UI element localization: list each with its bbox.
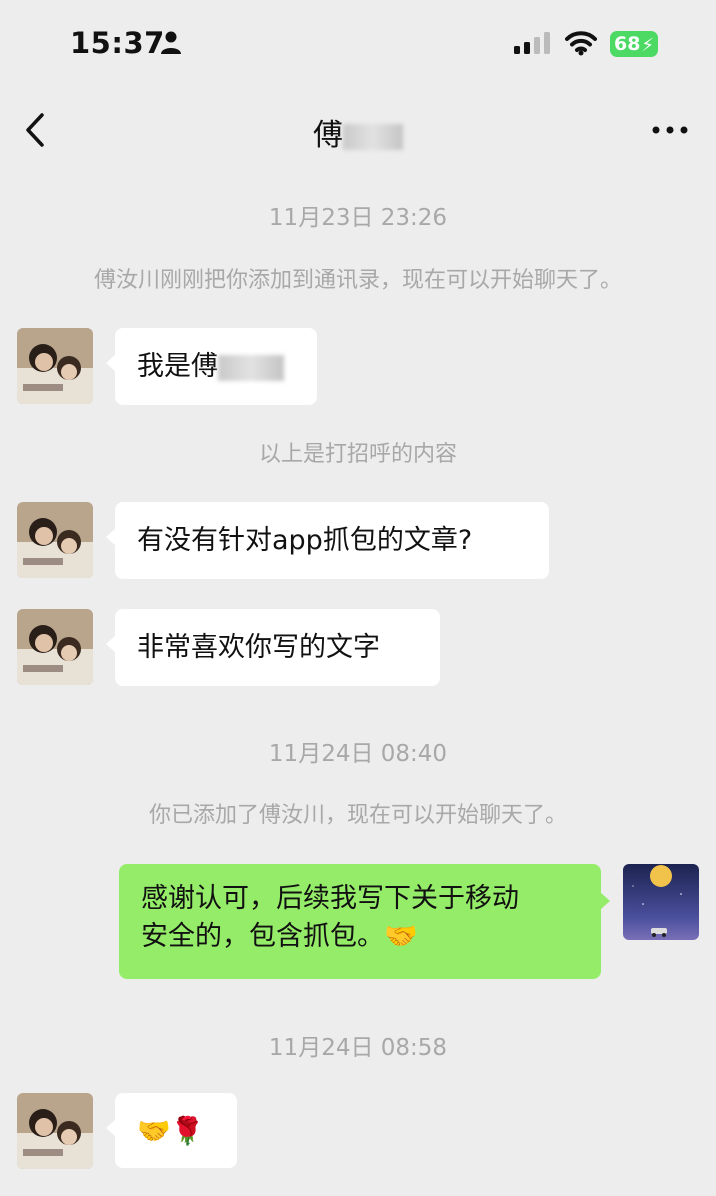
redacted-name-blur [343, 123, 403, 150]
chat-title: 傅 [0, 110, 716, 154]
more-options-icon[interactable] [650, 120, 690, 140]
chat-title-text: 傅 [313, 118, 343, 153]
message-emoji: 🤝🌹 [137, 1116, 205, 1147]
contact-avatar[interactable] [17, 328, 93, 404]
sent-message[interactable]: 感谢认可，后续我写下关于移动 安全的，包含抓包。🤝 [119, 864, 610, 979]
system-message: 以上是打招呼的内容 [258, 442, 457, 467]
contact-avatar[interactable] [17, 502, 93, 578]
system-message: 傅汝川刚刚把你添加到通讯录，现在可以开始聊天了。 [93, 268, 622, 293]
timestamp: 11月24日 08:58 [268, 1035, 448, 1061]
message-text: 非常喜欢你写的文字 [137, 632, 380, 663]
battery-indicator: 68 ⚡ [610, 31, 658, 57]
timestamp: 11月24日 08:40 [268, 741, 448, 767]
message-text: 有没有针对app抓包的文章? [137, 525, 473, 556]
message-text-line: 感谢认可，后续我写下关于移动 [141, 883, 519, 914]
received-message[interactable]: 非常喜欢你写的文字 [106, 609, 440, 686]
cellular-signal-icon [514, 32, 550, 54]
message-text-line: 安全的，包含抓包。🤝 [141, 921, 418, 952]
status-time: 15:37 [70, 26, 165, 60]
status-bar: 15:37 68 ⚡ [0, 0, 716, 90]
contact-avatar[interactable] [17, 609, 93, 685]
self-avatar[interactable] [623, 864, 699, 940]
received-message[interactable]: 我是傅 [106, 328, 317, 405]
contact-avatar[interactable] [17, 1093, 93, 1169]
system-message: 你已添加了傅汝川，现在可以开始聊天了。 [148, 803, 567, 828]
chat-header: 傅 [0, 90, 716, 170]
person-icon [161, 31, 181, 54]
timestamp: 11月23日 23:26 [268, 205, 448, 231]
message-text: 我是傅 [137, 351, 218, 382]
charging-bolt-icon: ⚡ [641, 35, 654, 56]
redacted-name-blur [218, 354, 284, 381]
battery-level: 68 [614, 33, 641, 55]
received-message[interactable]: 🤝🌹 [106, 1093, 237, 1168]
wifi-icon [565, 31, 597, 56]
received-message[interactable]: 有没有针对app抓包的文章? [106, 502, 549, 579]
